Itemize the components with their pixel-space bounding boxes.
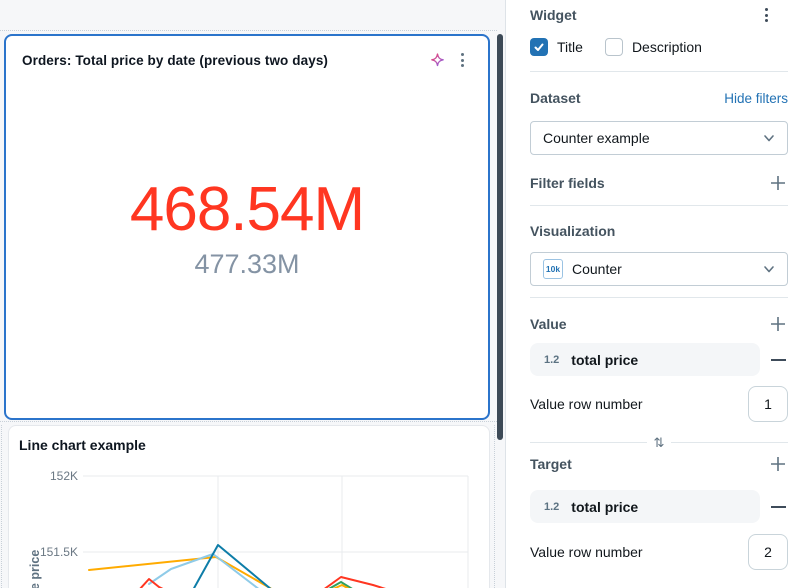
title-checkbox[interactable] [530, 38, 548, 56]
description-checkbox-label: Description [632, 39, 702, 55]
line-chart-widget[interactable]: 152K 151.5Ke price Line chart example [8, 425, 490, 588]
dashboard-canvas: Orders: Total price by date (previous tw… [0, 0, 505, 588]
value-row-number-input[interactable] [748, 386, 788, 422]
counter-target-value: 477.33M [194, 251, 299, 278]
grid-guide [0, 30, 497, 31]
dataset-selected-value: Counter example [543, 130, 763, 146]
filter-fields-label: Filter fields [530, 175, 605, 191]
grid-guide [0, 421, 497, 422]
divider [530, 205, 788, 206]
line-chart-title: Line chart example [19, 437, 146, 453]
panel-menu-icon[interactable] [763, 6, 770, 24]
target-row-number-label: Value row number [530, 544, 643, 560]
panel-title: Widget [530, 7, 577, 23]
svg-text:152K: 152K [50, 469, 78, 483]
grid-guide [494, 425, 495, 588]
grid-guide [1, 425, 2, 588]
counter-value: 468.54M [130, 179, 364, 241]
divider [530, 297, 788, 298]
target-row-number-input[interactable] [748, 534, 788, 570]
target-field-pill[interactable]: 1.2 total price [530, 490, 760, 523]
swap-value-target-icon[interactable]: ⇅ [647, 436, 672, 449]
dataset-select[interactable]: Counter example [530, 121, 788, 155]
chevron-down-icon [763, 132, 775, 144]
assistant-sparkle-icon[interactable] [429, 52, 446, 69]
value-section-label: Value [530, 316, 567, 332]
target-field-name: total price [571, 499, 638, 515]
svg-text:151.5K: 151.5K [40, 545, 78, 559]
counter-viz-icon: 10k [543, 259, 563, 279]
counter-widget-header: Orders: Total price by date (previous tw… [6, 36, 488, 69]
counter-widget-title: Orders: Total price by date (previous tw… [22, 53, 429, 68]
divider [530, 442, 647, 443]
chevron-down-icon [763, 263, 775, 275]
canvas-scrollbar[interactable] [497, 34, 503, 440]
counter-body: 468.54M 477.33M [6, 69, 488, 418]
widget-menu-icon[interactable] [459, 51, 466, 69]
target-section-label: Target [530, 456, 572, 472]
visualization-select[interactable]: 10k Counter [530, 252, 788, 286]
description-checkbox[interactable] [605, 38, 623, 56]
visualization-label: Visualization [530, 223, 615, 239]
numeric-type-icon: 1.2 [544, 501, 559, 513]
value-field-name: total price [571, 352, 638, 368]
value-row-number-label: Value row number [530, 396, 643, 412]
numeric-type-icon: 1.2 [544, 354, 559, 366]
svg-text:e price: e price [28, 550, 42, 588]
title-checkbox-label: Title [557, 39, 583, 55]
add-target-field-button[interactable] [768, 454, 788, 474]
widget-config-panel: Widget Title Description Dataset Hide fi… [505, 0, 800, 588]
divider [530, 71, 788, 72]
value-field-pill[interactable]: 1.2 total price [530, 343, 760, 376]
counter-widget[interactable]: Orders: Total price by date (previous tw… [4, 34, 490, 420]
divider [671, 442, 788, 443]
remove-target-field-button[interactable] [768, 497, 788, 517]
visualization-selected-value: Counter [572, 261, 763, 277]
add-filter-field-button[interactable] [768, 173, 788, 193]
dataset-label: Dataset [530, 90, 581, 106]
remove-value-field-button[interactable] [768, 350, 788, 370]
hide-filters-link[interactable]: Hide filters [724, 91, 788, 106]
dashboard-editor: Orders: Total price by date (previous tw… [0, 0, 800, 588]
add-value-field-button[interactable] [768, 314, 788, 334]
